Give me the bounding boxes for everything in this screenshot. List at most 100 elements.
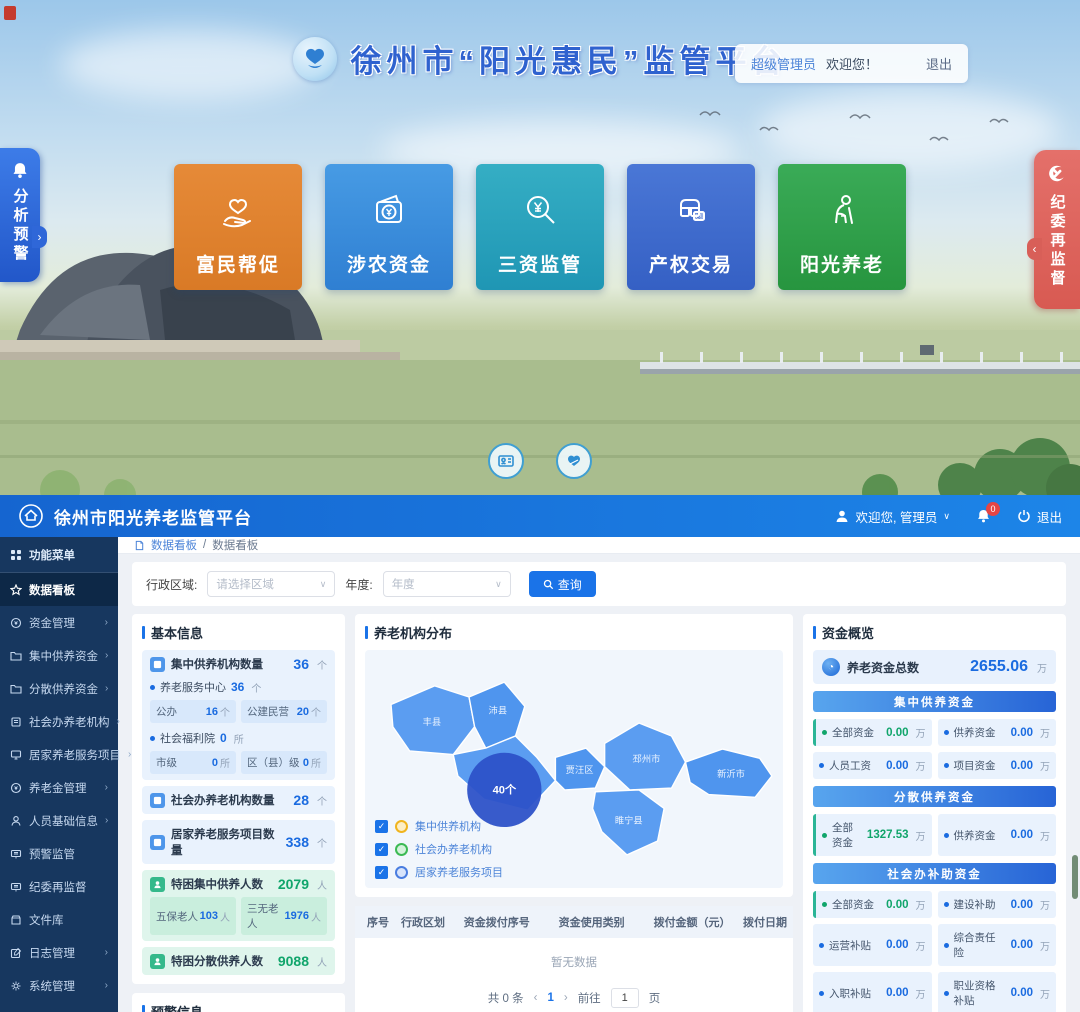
stat-card-central-institutions: 集中供养机构数量 36 个 养老服务中心 36 个 <box>142 650 335 780</box>
breadcrumb-item[interactable]: 数据看板 <box>151 537 197 553</box>
sidebar-label: 分散供养资金 <box>29 681 98 697</box>
platform-logo-icon <box>293 37 337 81</box>
analysis-warning-tab[interactable]: 分析预警 › <box>0 148 40 282</box>
stat-card-dispersed-supported-persons: 特困分散供养人数 9088 人 <box>142 947 335 975</box>
legend-homecare-projects[interactable]: ✓ 居家养老服务项目 <box>375 864 503 880</box>
col-header-serial: 资金拨付序号 <box>458 906 553 938</box>
heart-in-hand-icon <box>215 188 261 234</box>
stat-unit: 个 <box>317 657 327 672</box>
party-emblem-icon <box>1046 164 1068 186</box>
year-select[interactable]: 年度 ∨ <box>383 571 511 597</box>
query-button[interactable]: 查询 <box>529 571 596 597</box>
sidebar-item-menu[interactable]: 功能菜单 <box>0 537 118 573</box>
sidebar-item-discipline-supervision[interactable]: 纪委再监督 <box>0 870 118 903</box>
person-icon <box>10 815 22 827</box>
checkbox-checked-icon[interactable]: ✓ <box>375 866 388 879</box>
sidebar-item-log-management[interactable]: 日志管理› <box>0 936 118 969</box>
legend-central-institutions[interactable]: ✓ 集中供养机构 <box>375 818 503 834</box>
chip-sanwu: 三无老人1976人 <box>241 897 327 935</box>
total-funds-value: 2655.06 <box>970 658 1028 676</box>
stat-label: 集中供养机构数量 <box>171 656 263 672</box>
discipline-supervision-tab[interactable]: 纪委再监督 ‹ <box>1034 150 1080 309</box>
breadcrumb: 数据看板 / 数据看板 <box>118 537 1080 554</box>
sidebar-item-personnel-info[interactable]: 人员基础信息› <box>0 804 118 837</box>
tile-fumin-bangcu[interactable]: 富民帮促 <box>174 164 302 290</box>
sidebar-item-central-support-funds[interactable]: 集中供养资金› <box>0 639 118 672</box>
fund-cell: 全部资金0.00万 <box>813 891 932 918</box>
sidebar-item-pension-management[interactable]: 养老金管理› <box>0 771 118 804</box>
region-select[interactable]: 请选择区域 ∨ <box>207 571 335 597</box>
doc-icon <box>150 793 165 808</box>
chevron-down-icon: ∨ <box>943 511 950 522</box>
sidebar-item-dashboard[interactable]: 数据看板 <box>0 573 118 606</box>
chevron-right-icon: › <box>105 617 108 628</box>
checkbox-checked-icon[interactable]: ✓ <box>375 820 388 833</box>
basic-info-title: 基本信息 <box>142 623 335 642</box>
current-page[interactable]: 1 <box>547 992 553 1004</box>
document-icon <box>134 540 145 551</box>
sidebar-item-warning-supervision[interactable]: 预警监管 <box>0 837 118 870</box>
power-icon <box>1017 509 1031 523</box>
map-region-label: 新沂市 <box>717 768 745 779</box>
year-select-placeholder: 年度 <box>392 576 415 592</box>
fund-cell: 人员工资0.00万 <box>813 752 932 779</box>
pagination: 共 0 条 ‹ 1 › 前往 页 <box>355 980 793 1012</box>
tile-label: 阳光养老 <box>800 250 884 277</box>
logout-button[interactable]: 退出 <box>1017 507 1062 526</box>
detail-label: 养老服务中心 <box>160 679 226 695</box>
scrollbar-thumb[interactable] <box>1072 855 1078 899</box>
sidebar-item-funds[interactable]: 资金管理› <box>0 606 118 639</box>
xuzhou-map[interactable]: 丰县 沛县 贾汪区 邳州市 新沂市 睢宁县 40个 <box>365 650 783 888</box>
chip-city-level: 市级0所 <box>150 751 236 774</box>
chevron-left-icon[interactable]: ‹ <box>1027 238 1042 260</box>
prev-page-button[interactable]: ‹ <box>534 992 538 1004</box>
next-page-button[interactable]: › <box>564 992 568 1004</box>
tile-shenong-zijin[interactable]: 涉农资金 <box>325 164 453 290</box>
legend-social-institutions[interactable]: ✓ 社会办养老机构 <box>375 841 503 857</box>
heart-care-icon[interactable] <box>556 443 592 479</box>
stat-card-central-supported-persons: 特困集中供养人数 2079 人 五保老人103人 三无老人1976人 <box>142 870 335 941</box>
chevron-right-icon: › <box>105 947 108 958</box>
region-select-placeholder: 请选择区域 <box>216 576 274 592</box>
tile-sanzi-jianguan[interactable]: 三资监管 <box>476 164 604 290</box>
chevron-right-icon: › <box>105 980 108 991</box>
sidebar-item-system-management[interactable]: 系统管理› <box>0 969 118 1002</box>
map-region-label: 睢宁县 <box>615 814 643 825</box>
star-icon <box>10 584 22 596</box>
notifications-button[interactable]: 0 <box>976 509 991 524</box>
map-region-label: 丰县 <box>423 716 442 727</box>
funds-overview-title: 资金概览 <box>813 623 1056 642</box>
tile-chanquan-jiaoyi[interactable]: 交易 产权交易 <box>627 164 755 290</box>
fund-cell: 入职补贴0.00万 <box>813 972 932 1012</box>
user-menu[interactable]: 欢迎您, 管理员 ∨ <box>835 507 950 526</box>
fund-cell: 综合责任险0.00万 <box>938 924 1057 966</box>
folder-icon <box>10 683 22 695</box>
sidebar-item-home-care-projects[interactable]: 居家养老服务项目› <box>0 738 118 771</box>
goto-page-input[interactable] <box>611 988 639 1008</box>
gear-icon <box>10 980 22 992</box>
checkbox-checked-icon[interactable]: ✓ <box>375 843 388 856</box>
funds-overview-panel: 资金概览 ◔ 养老资金总数 2655.06 万 集中供养资金 全部资金0.00万… <box>803 614 1066 1012</box>
logout-label: 退出 <box>1037 507 1062 526</box>
detail-value: 36 <box>231 680 244 694</box>
sidebar-item-file-library[interactable]: 文件库 <box>0 903 118 936</box>
goto-label: 前往 <box>578 990 601 1006</box>
sidebar-item-dispersed-support-funds[interactable]: 分散供养资金› <box>0 672 118 705</box>
sidebar-item-social-institutions[interactable]: 社会办养老机构› <box>0 705 118 738</box>
tile-label: 产权交易 <box>649 250 733 277</box>
chevron-right-icon[interactable]: › <box>32 226 47 248</box>
page-unit-label: 页 <box>649 990 661 1006</box>
hero-logout-button[interactable]: 退出 <box>926 54 952 73</box>
hero-user-welcome: 欢迎您！ <box>826 54 878 73</box>
detail-unit: 所 <box>234 731 244 746</box>
id-card-icon[interactable] <box>488 443 524 479</box>
money-icon <box>10 617 22 629</box>
tile-label: 富民帮促 <box>196 250 280 277</box>
fund-cell: 项目资金0.00万 <box>938 752 1057 779</box>
col-header-amount: 拨付金额（元） <box>648 906 737 938</box>
stat-value: 36 <box>293 656 309 672</box>
map-legend: ✓ 集中供养机构 ✓ 社会办养老机构 <box>375 818 503 880</box>
tile-yangguang-yanglao[interactable]: 阳光养老 <box>778 164 906 290</box>
basic-info-panel: 基本信息 集中供养机构数量 36 个 养老服务中心 <box>132 614 345 984</box>
folder-icon <box>10 650 22 662</box>
